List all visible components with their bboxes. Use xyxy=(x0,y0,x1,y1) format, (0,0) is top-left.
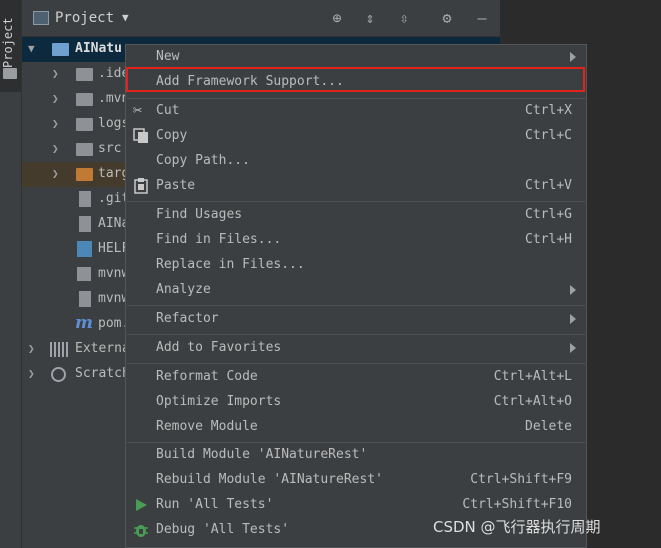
menu-item-shortcut: Ctrl+H xyxy=(525,232,572,247)
menu-item-paste[interactable]: Paste Ctrl+V xyxy=(126,174,586,199)
menu-item-label: Copy xyxy=(156,128,188,143)
menu-item-label: Build Module 'AINatureRest' xyxy=(156,447,368,462)
submenu-arrow-icon xyxy=(570,285,576,295)
file-icon xyxy=(79,291,91,307)
menu-separator xyxy=(127,363,585,364)
libraries-icon xyxy=(50,342,68,357)
menu-item-build-module[interactable]: Build Module 'AINatureRest' xyxy=(126,443,586,468)
project-tool-tab-label: Project xyxy=(1,17,15,68)
submenu-arrow-icon xyxy=(570,52,576,62)
menu-separator xyxy=(127,334,585,335)
tree-row-label: Scratch xyxy=(75,366,130,381)
menu-item-label: Find Usages xyxy=(156,207,243,222)
collapse-all-icon[interactable]: ⇳ xyxy=(394,8,414,28)
file-icon xyxy=(79,191,91,207)
excluded-folder-icon xyxy=(76,168,93,181)
menu-item-label: Refactor xyxy=(156,311,219,326)
menu-item-label: New xyxy=(156,49,180,64)
menu-item-label: Cut xyxy=(156,103,180,118)
menu-item-remove-module[interactable]: Remove Module Delete xyxy=(126,415,586,440)
maven-icon: m xyxy=(75,313,93,333)
menu-item-copy-path[interactable]: Copy Path... xyxy=(126,149,586,174)
chevron-right-icon[interactable]: ❯ xyxy=(52,92,59,105)
folder-icon xyxy=(3,68,17,79)
menu-item-reformat-code[interactable]: Reformat Code Ctrl+Alt+L xyxy=(126,365,586,390)
menu-item-label: Reformat Code xyxy=(156,369,258,384)
menu-item-cut[interactable]: ✂ Cut Ctrl+X xyxy=(126,99,586,124)
chevron-right-icon[interactable]: ❯ xyxy=(28,342,35,355)
menu-item-optimize-imports[interactable]: Optimize Imports Ctrl+Alt+O xyxy=(126,390,586,415)
folder-icon xyxy=(76,118,93,131)
menu-item-shortcut: Ctrl+Shift+F9 xyxy=(470,472,572,487)
watermark: CSDN @飞行器执行周期 xyxy=(433,518,601,536)
folder-icon xyxy=(76,143,93,156)
menu-item-shortcut: Ctrl+V xyxy=(525,178,572,193)
module-folder-icon xyxy=(52,43,69,56)
menu-item-label: Paste xyxy=(156,178,196,193)
chevron-down-icon[interactable]: ▼ xyxy=(122,11,129,24)
chevron-down-icon[interactable]: ▼ xyxy=(28,42,35,55)
menu-item-label: Add to Favorites xyxy=(156,340,282,355)
project-panel-header: Project ▼ ⊕ ⇕ ⇳ ⚙ — xyxy=(22,0,500,37)
menu-item-shortcut: Ctrl+Alt+O xyxy=(493,394,572,409)
menu-item-add-to-favorites[interactable]: Add to Favorites xyxy=(126,336,586,361)
debug-icon xyxy=(133,522,149,538)
menu-item-shortcut: Ctrl+X xyxy=(525,103,572,118)
tree-row-label: Externa xyxy=(75,341,130,356)
folder-icon xyxy=(76,68,93,81)
chevron-right-icon[interactable]: ❯ xyxy=(52,167,59,180)
scissors-icon: ✂ xyxy=(133,101,143,119)
menu-item-label: Copy Path... xyxy=(156,153,250,168)
menu-item-find-usages[interactable]: Find Usages Ctrl+G xyxy=(126,203,586,228)
menu-item-label: Debug 'All Tests' xyxy=(156,522,290,537)
shell-script-icon xyxy=(77,267,91,281)
menu-item-label: Analyze xyxy=(156,282,211,297)
menu-item-label: Optimize Imports xyxy=(156,394,282,409)
menu-item-label: Rebuild Module 'AINatureRest' xyxy=(156,472,383,487)
submenu-arrow-icon xyxy=(570,343,576,353)
tool-window-stripe: Project xyxy=(0,0,22,548)
markdown-file-icon xyxy=(77,241,92,257)
chevron-right-icon[interactable]: ❯ xyxy=(52,117,59,130)
project-view-selector[interactable]: Project xyxy=(55,10,114,26)
folder-icon xyxy=(76,93,93,106)
chevron-right-icon[interactable]: ❯ xyxy=(28,367,35,380)
copy-icon xyxy=(133,128,149,144)
menu-separator xyxy=(127,305,585,306)
menu-item-shortcut: Ctrl+Shift+F10 xyxy=(462,497,572,512)
tree-row-label: AINatu xyxy=(75,41,122,56)
gear-icon[interactable]: ⚙ xyxy=(437,8,457,28)
menu-item-rebuild-module[interactable]: Rebuild Module 'AINatureRest' Ctrl+Shift… xyxy=(126,468,586,493)
menu-item-label: Remove Module xyxy=(156,419,258,434)
scratches-icon xyxy=(51,367,66,382)
tree-row-label: src xyxy=(98,141,122,156)
run-icon xyxy=(133,497,149,513)
menu-item-replace-in-files[interactable]: Replace in Files... xyxy=(126,253,586,278)
locate-icon[interactable]: ⊕ xyxy=(327,8,347,28)
expand-all-icon[interactable]: ⇕ xyxy=(360,8,380,28)
menu-item-label: Run 'All Tests' xyxy=(156,497,274,512)
highlight-annotation-box xyxy=(126,67,585,92)
project-tool-tab[interactable]: Project xyxy=(0,0,21,92)
menu-item-analyze[interactable]: Analyze xyxy=(126,278,586,303)
submenu-arrow-icon xyxy=(570,314,576,324)
context-menu: New Add Framework Support... ✂ Cut Ctrl+… xyxy=(125,44,587,548)
menu-item-copy[interactable]: Copy Ctrl+C xyxy=(126,124,586,149)
menu-item-refactor[interactable]: Refactor xyxy=(126,307,586,332)
menu-item-shortcut: Ctrl+Alt+L xyxy=(493,369,572,384)
menu-item-find-in-files[interactable]: Find in Files... Ctrl+H xyxy=(126,228,586,253)
menu-item-label: Find in Files... xyxy=(156,232,282,247)
chevron-right-icon[interactable]: ❯ xyxy=(52,67,59,80)
clipboard-icon xyxy=(133,178,149,194)
project-view-icon xyxy=(33,11,49,25)
menu-item-shortcut: Delete xyxy=(525,419,572,434)
menu-separator xyxy=(127,201,585,202)
menu-item-run-all-tests[interactable]: Run 'All Tests' Ctrl+Shift+F10 xyxy=(126,493,586,518)
menu-item-shortcut: Ctrl+G xyxy=(525,207,572,222)
menu-item-shortcut: Ctrl+C xyxy=(525,128,572,143)
minimize-icon[interactable]: — xyxy=(472,8,492,28)
file-icon xyxy=(79,216,91,232)
chevron-right-icon[interactable]: ❯ xyxy=(52,142,59,155)
menu-item-label: Replace in Files... xyxy=(156,257,305,272)
